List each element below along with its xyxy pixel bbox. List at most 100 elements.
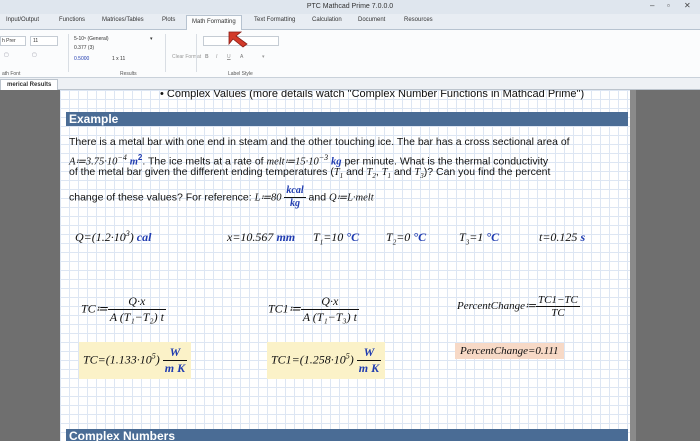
TC-answer-exponent: 5 (151, 351, 156, 361)
L-value: 80 (270, 192, 282, 204)
TC-unit-denominator: m K (164, 361, 186, 375)
group-separator (68, 34, 69, 72)
TC-numerator: Q·x (107, 294, 166, 310)
font-value: h Prer (2, 38, 16, 44)
formula-TC[interactable]: TC≔ Q·x A (T₁−T₂) t (81, 294, 166, 325)
problem-text-line-3[interactable]: of the metal bar given the different end… (69, 165, 550, 184)
font-color-icon[interactable]: A (240, 54, 243, 60)
tab-text-formatting[interactable]: Text Formatting (254, 17, 295, 23)
tab-input-output[interactable]: Input/Output (6, 17, 39, 23)
section-heading-complex-numbers[interactable]: Complex Numbers (66, 429, 628, 441)
TC1-unit-numerator: W (356, 345, 382, 361)
tab-resources[interactable]: Resources (404, 17, 433, 23)
results-units[interactable]: 1 x 11 (112, 56, 125, 62)
formula-TC1[interactable]: TC1≔ Q·x A (T₁−T₃) t (268, 294, 359, 325)
L-unit-fraction: kcal kg (284, 185, 306, 210)
results-precision[interactable]: 0.377 (3) (74, 45, 94, 51)
x-unit: mm (276, 230, 296, 244)
italic-icon[interactable]: I (216, 54, 217, 60)
maximize-icon[interactable]: ▫ (667, 1, 670, 10)
chevron-down-icon[interactable]: ▾ (150, 36, 153, 42)
close-icon[interactable]: ✕ (684, 1, 691, 10)
x-value: x=10.567 (227, 230, 274, 244)
melt-exponent: −3 (318, 153, 329, 162)
results-format-general[interactable]: 5-10⁵ (General) (74, 36, 109, 42)
T3-var: T (459, 230, 466, 244)
T2-value: =0 (396, 230, 411, 244)
tab-math-formatting[interactable]: Math Formatting (186, 15, 242, 30)
TC-unit-numerator: W (162, 345, 188, 361)
window-title: PTC Mathcad Prime 7.0.0.0 (306, 3, 394, 10)
chevron-down-icon[interactable]: ▾ (262, 54, 265, 60)
result-T2[interactable]: T2=0 °C (386, 230, 426, 246)
title-bar: PTC Mathcad Prime 7.0.0.0 ‒ ▫ ✕ (0, 0, 700, 14)
var-Q: Q (328, 192, 337, 204)
problem-text-line-1[interactable]: There is a metal bar with one end in ste… (69, 135, 570, 150)
ribbon-panel: h Prer 11 ▢ ▢ ath Font 5-10⁵ (General) 0… (0, 30, 700, 78)
TC1-unit-denominator: m K (358, 361, 380, 375)
temperature-list: (T1 and T2, T1 and T3) (330, 166, 428, 181)
tab-document[interactable]: Document (358, 17, 385, 23)
ribbon-tabs: Input/Output Functions Matrices/Tables P… (0, 14, 700, 30)
bullet-text: • Complex Values (more details watch "Co… (160, 90, 585, 100)
worksheet-page[interactable]: • Complex Values (more details watch "Co… (60, 90, 636, 441)
TC1-answer-value: TC1=(1.258·10 (271, 352, 346, 367)
TC1-answer-exponent: 5 (345, 351, 350, 361)
answer-percent-change[interactable]: PercentChange=0.111 (455, 343, 564, 359)
group-separator (165, 34, 166, 72)
TC-lhs: TC (81, 301, 96, 316)
group-separator (196, 34, 197, 72)
font-size-select[interactable]: 11 (30, 36, 58, 46)
italic-icon[interactable]: ▢ (32, 52, 37, 58)
TC1-numerator: Q·x (300, 294, 359, 310)
text-segment: ? Can you find the percent (427, 166, 551, 178)
T1-unit: °C (346, 230, 360, 244)
problem-text-line-4[interactable]: change of these values? For reference: L… (69, 185, 374, 210)
label-style-group-label: Label Style (228, 71, 253, 77)
PC-lhs: PercentChange (457, 300, 526, 313)
Q-unit: cal (136, 230, 152, 244)
T2-unit: °C (413, 230, 427, 244)
results-tolerance[interactable]: 0.5000 (74, 56, 89, 62)
T2-var: T (386, 230, 393, 244)
result-T1[interactable]: T1=10 °C (313, 230, 359, 246)
result-T3[interactable]: T3=1 °C (459, 230, 499, 246)
text-segment: change of these values? For reference: (69, 191, 252, 204)
answer-TC1[interactable]: TC1=(1.258·105) W m K (267, 342, 386, 379)
bold-icon[interactable]: B (205, 54, 209, 60)
PC-denominator: TC (551, 307, 565, 319)
T1-var: T (313, 230, 320, 244)
answer-TC[interactable]: TC=(1.133·105) W m K (79, 342, 192, 379)
tab-matrices-tables[interactable]: Matrices/Tables (102, 17, 144, 23)
bold-icon[interactable]: ▢ (4, 52, 9, 58)
t-value: t=0.125 (539, 230, 578, 244)
page-shadow (630, 90, 636, 441)
formula-percent-change[interactable]: PercentChange≔ TC1−TC TC (457, 294, 580, 319)
result-Q[interactable]: Q=(1.2·103) cal (75, 229, 151, 245)
minimize-icon[interactable]: ‒ (650, 1, 654, 10)
tab-calculation[interactable]: Calculation (312, 17, 342, 23)
workspace-margin-left (0, 90, 60, 441)
section-heading-example[interactable]: Example (66, 112, 628, 126)
tab-functions[interactable]: Functions (59, 17, 85, 23)
t-unit: s (580, 230, 586, 244)
results-group-label: Results (120, 71, 137, 77)
document-tab[interactable]: merical Results (0, 79, 59, 90)
T3-value: =1 (469, 230, 484, 244)
underline-icon[interactable]: U (227, 54, 231, 60)
workspace-margin-right (636, 90, 700, 441)
TC1-denominator: A (T₁−T₃) t (302, 310, 357, 324)
text-segment: of the metal bar given the different end… (69, 166, 328, 178)
PC-numerator: TC1−TC (536, 294, 580, 307)
T1-value: =10 (323, 230, 344, 244)
Q-value: Q=(1.2·10 (75, 230, 126, 244)
tab-plots[interactable]: Plots (162, 17, 175, 23)
font-group-label: ath Font (2, 71, 21, 77)
font-select[interactable]: h Prer (0, 36, 26, 46)
Q-exponent: 3 (125, 229, 130, 238)
TC-denominator: A (T₁−T₂) t (109, 310, 164, 324)
area-exponent: −4 (117, 153, 127, 162)
result-t[interactable]: t=0.125 s (539, 230, 585, 245)
result-x[interactable]: x=10.567 mm (227, 230, 295, 245)
L-unit-denominator: kg (290, 198, 300, 209)
